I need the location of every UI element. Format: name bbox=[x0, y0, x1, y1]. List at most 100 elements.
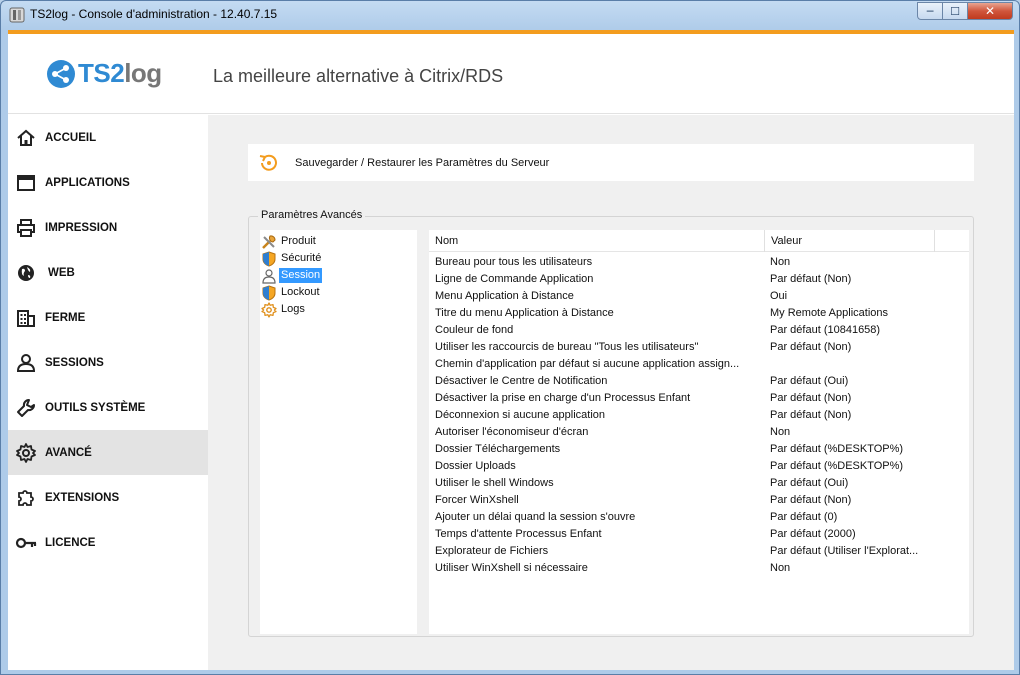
table-row[interactable]: Forcer WinXshell Par défaut (Non) bbox=[429, 492, 969, 509]
advanced-settings-group: Paramètres Avancés Produit Sécurité Sess… bbox=[248, 209, 974, 637]
tree-item-label: Produit bbox=[281, 235, 316, 247]
logo-text-ts: TS2 bbox=[78, 58, 125, 88]
table-row[interactable]: Désactiver le Centre de Notification Par … bbox=[429, 373, 969, 390]
sidebar-item-label: EXTENSIONS bbox=[45, 491, 120, 504]
row-value: Par défaut (%DESKTOP%) bbox=[770, 443, 904, 455]
logo-text-log: log bbox=[124, 58, 162, 88]
window-controls: ─ ☐ ✕ bbox=[917, 2, 1013, 20]
row-name: Couleur de fond bbox=[435, 324, 514, 336]
tagline: La meilleure alternative à Citrix/RDS bbox=[213, 66, 504, 86]
header: TS2log La meilleure alternative à Citrix… bbox=[8, 34, 1014, 114]
row-name: Forcer WinXshell bbox=[435, 494, 519, 506]
sidebar-item-label: ACCUEIL bbox=[45, 131, 97, 144]
row-value: Par défaut (Non) bbox=[770, 392, 852, 404]
row-value: Par défaut (%DESKTOP%) bbox=[770, 460, 904, 472]
client-area: TS2log La meilleure alternative à Citrix… bbox=[8, 30, 1014, 670]
backup-restore-label: Sauvegarder / Restaurer les Paramètres d… bbox=[295, 156, 550, 169]
tree-item-logs[interactable]: Logs bbox=[260, 301, 307, 318]
user-icon bbox=[261, 268, 277, 284]
printer-icon bbox=[15, 217, 37, 239]
app-window: TS2log - Console d'administration - 12.4… bbox=[0, 0, 1020, 675]
sidebar-item-sessions[interactable]: SESSIONS bbox=[8, 340, 208, 385]
key-icon bbox=[15, 532, 37, 554]
table-row[interactable]: Menu Application à Distance Oui bbox=[429, 288, 969, 305]
table-row[interactable]: Désactiver la prise en charge d'un Proce… bbox=[429, 390, 969, 407]
sidebar-item-accueil[interactable]: ACCUEIL bbox=[8, 115, 208, 160]
row-name: Menu Application à Distance bbox=[435, 290, 574, 302]
table-row[interactable]: Utiliser les raccourcis de bureau "Tous … bbox=[429, 339, 969, 356]
table-row[interactable]: Ajouter un délai quand la session s'ouvr… bbox=[429, 509, 969, 526]
table-row[interactable]: Bureau pour tous les utilisateurs Non bbox=[429, 254, 969, 271]
sidebar-item-label: LICENCE bbox=[45, 536, 96, 549]
sidebar-item-label: IMPRESSION bbox=[45, 221, 118, 234]
row-name: Dossier Uploads bbox=[435, 460, 516, 472]
sidebar-item-label: AVANCÉ bbox=[45, 446, 92, 459]
tree-item-securite[interactable]: Sécurité bbox=[260, 250, 323, 267]
close-button[interactable]: ✕ bbox=[968, 2, 1013, 20]
table-row[interactable]: Dossier Téléchargements Par défaut (%DESK… bbox=[429, 441, 969, 458]
table-row[interactable]: Chemin d'application par défaut si aucun… bbox=[429, 356, 969, 373]
minimize-button[interactable]: ─ bbox=[917, 2, 943, 20]
row-value: Oui bbox=[770, 290, 788, 302]
ts2log-logo: TS2log bbox=[46, 58, 162, 89]
row-value: Par défaut (2000) bbox=[770, 528, 856, 540]
sidebar-item-label: APPLICATIONS bbox=[45, 176, 130, 189]
shield-icon bbox=[261, 284, 277, 301]
table-row[interactable]: Utiliser le shell Windows Par défaut (Oui… bbox=[429, 475, 969, 492]
wrench-icon bbox=[15, 397, 37, 419]
table-row[interactable]: Autoriser l'économiseur d'écran Non bbox=[429, 424, 969, 441]
sidebar-item-extensions[interactable]: EXTENSIONS bbox=[8, 475, 208, 520]
row-name: Chemin d'application par défaut si aucun… bbox=[435, 358, 740, 370]
shield-icon bbox=[261, 250, 277, 267]
sidebar-item-impression[interactable]: IMPRESSION bbox=[8, 205, 208, 250]
tree-item-label: Logs bbox=[281, 303, 305, 315]
sidebar-item-avance[interactable]: AVANCÉ bbox=[8, 430, 208, 475]
gear-icon bbox=[261, 301, 277, 318]
table-row[interactable]: Explorateur de Fichiers Par défaut (Utili… bbox=[429, 543, 969, 560]
sidebar-item-label: WEB bbox=[48, 266, 75, 279]
sidebar-item-outils-systeme[interactable]: OUTILS SYSTÈME bbox=[8, 385, 208, 430]
sidebar-item-label: OUTILS SYSTÈME bbox=[45, 401, 146, 414]
column-header-valeur[interactable]: Valeur bbox=[765, 230, 935, 252]
tree-item-produit[interactable]: Produit bbox=[260, 233, 318, 250]
table-row[interactable]: Utiliser WinXshell si nécessaire Non bbox=[429, 560, 969, 577]
tree-item-lockout[interactable]: Lockout bbox=[260, 284, 322, 301]
window-title: TS2log - Console d'administration - 12.4… bbox=[30, 7, 278, 21]
table-row[interactable]: Titre du menu Application à Distance My R… bbox=[429, 305, 969, 322]
table-row[interactable]: Couleur de fond Par défaut (10841658) bbox=[429, 322, 969, 339]
row-value: Non bbox=[770, 256, 791, 268]
share-logo-icon bbox=[47, 59, 75, 88]
row-value: Par défaut (10841658) bbox=[770, 324, 881, 336]
maximize-button[interactable]: ☐ bbox=[943, 2, 968, 20]
globe-icon bbox=[15, 262, 37, 284]
row-value: Par défaut (Non) bbox=[770, 341, 852, 353]
row-name: Ligne de Commande Application bbox=[435, 273, 594, 285]
table-row[interactable]: Déconnexion si aucune application Par déf… bbox=[429, 407, 969, 424]
sidebar-item-label: SESSIONS bbox=[45, 356, 104, 369]
backup-restore-icon bbox=[259, 154, 277, 171]
row-name: Déconnexion si aucune application bbox=[435, 409, 606, 421]
row-value: Non bbox=[770, 562, 791, 574]
sidebar-item-applications[interactable]: APPLICATIONS bbox=[8, 160, 208, 205]
row-name: Utiliser les raccourcis de bureau "Tous … bbox=[435, 341, 699, 353]
row-value: Par défaut (0) bbox=[770, 511, 838, 523]
column-header-nom[interactable]: Nom bbox=[429, 230, 765, 252]
tree-item-session[interactable]: Session bbox=[260, 267, 323, 284]
row-value: Par défaut (Oui) bbox=[770, 477, 849, 489]
table-row[interactable]: Temps d'attente Processus Enfant Par défa… bbox=[429, 526, 969, 543]
grid-rows: Bureau pour tous les utilisateurs Non Lig… bbox=[429, 254, 969, 577]
row-name: Ajouter un délai quand la session s'ouvr… bbox=[435, 511, 636, 523]
table-row[interactable]: Ligne de Commande Application Par défaut … bbox=[429, 271, 969, 288]
sidebar-item-web[interactable]: WEB bbox=[8, 250, 208, 295]
row-name: Titre du menu Application à Distance bbox=[435, 307, 614, 319]
table-row[interactable]: Dossier Uploads Par défaut (%DESKTOP%) bbox=[429, 458, 969, 475]
row-value: Par défaut (Non) bbox=[770, 273, 852, 285]
app-icon bbox=[9, 7, 25, 23]
settings-grid: Nom Valeur Bureau pour tous les utilisat… bbox=[429, 230, 969, 634]
gear-icon bbox=[15, 442, 37, 464]
sidebar-item-ferme[interactable]: FERME bbox=[8, 295, 208, 340]
sidebar-item-licence[interactable]: LICENCE bbox=[8, 520, 208, 565]
row-name: Autoriser l'économiseur d'écran bbox=[435, 426, 589, 438]
title-bar[interactable]: TS2log - Console d'administration - 12.4… bbox=[1, 1, 1019, 30]
backup-restore-button[interactable]: Sauvegarder / Restaurer les Paramètres d… bbox=[248, 144, 974, 181]
